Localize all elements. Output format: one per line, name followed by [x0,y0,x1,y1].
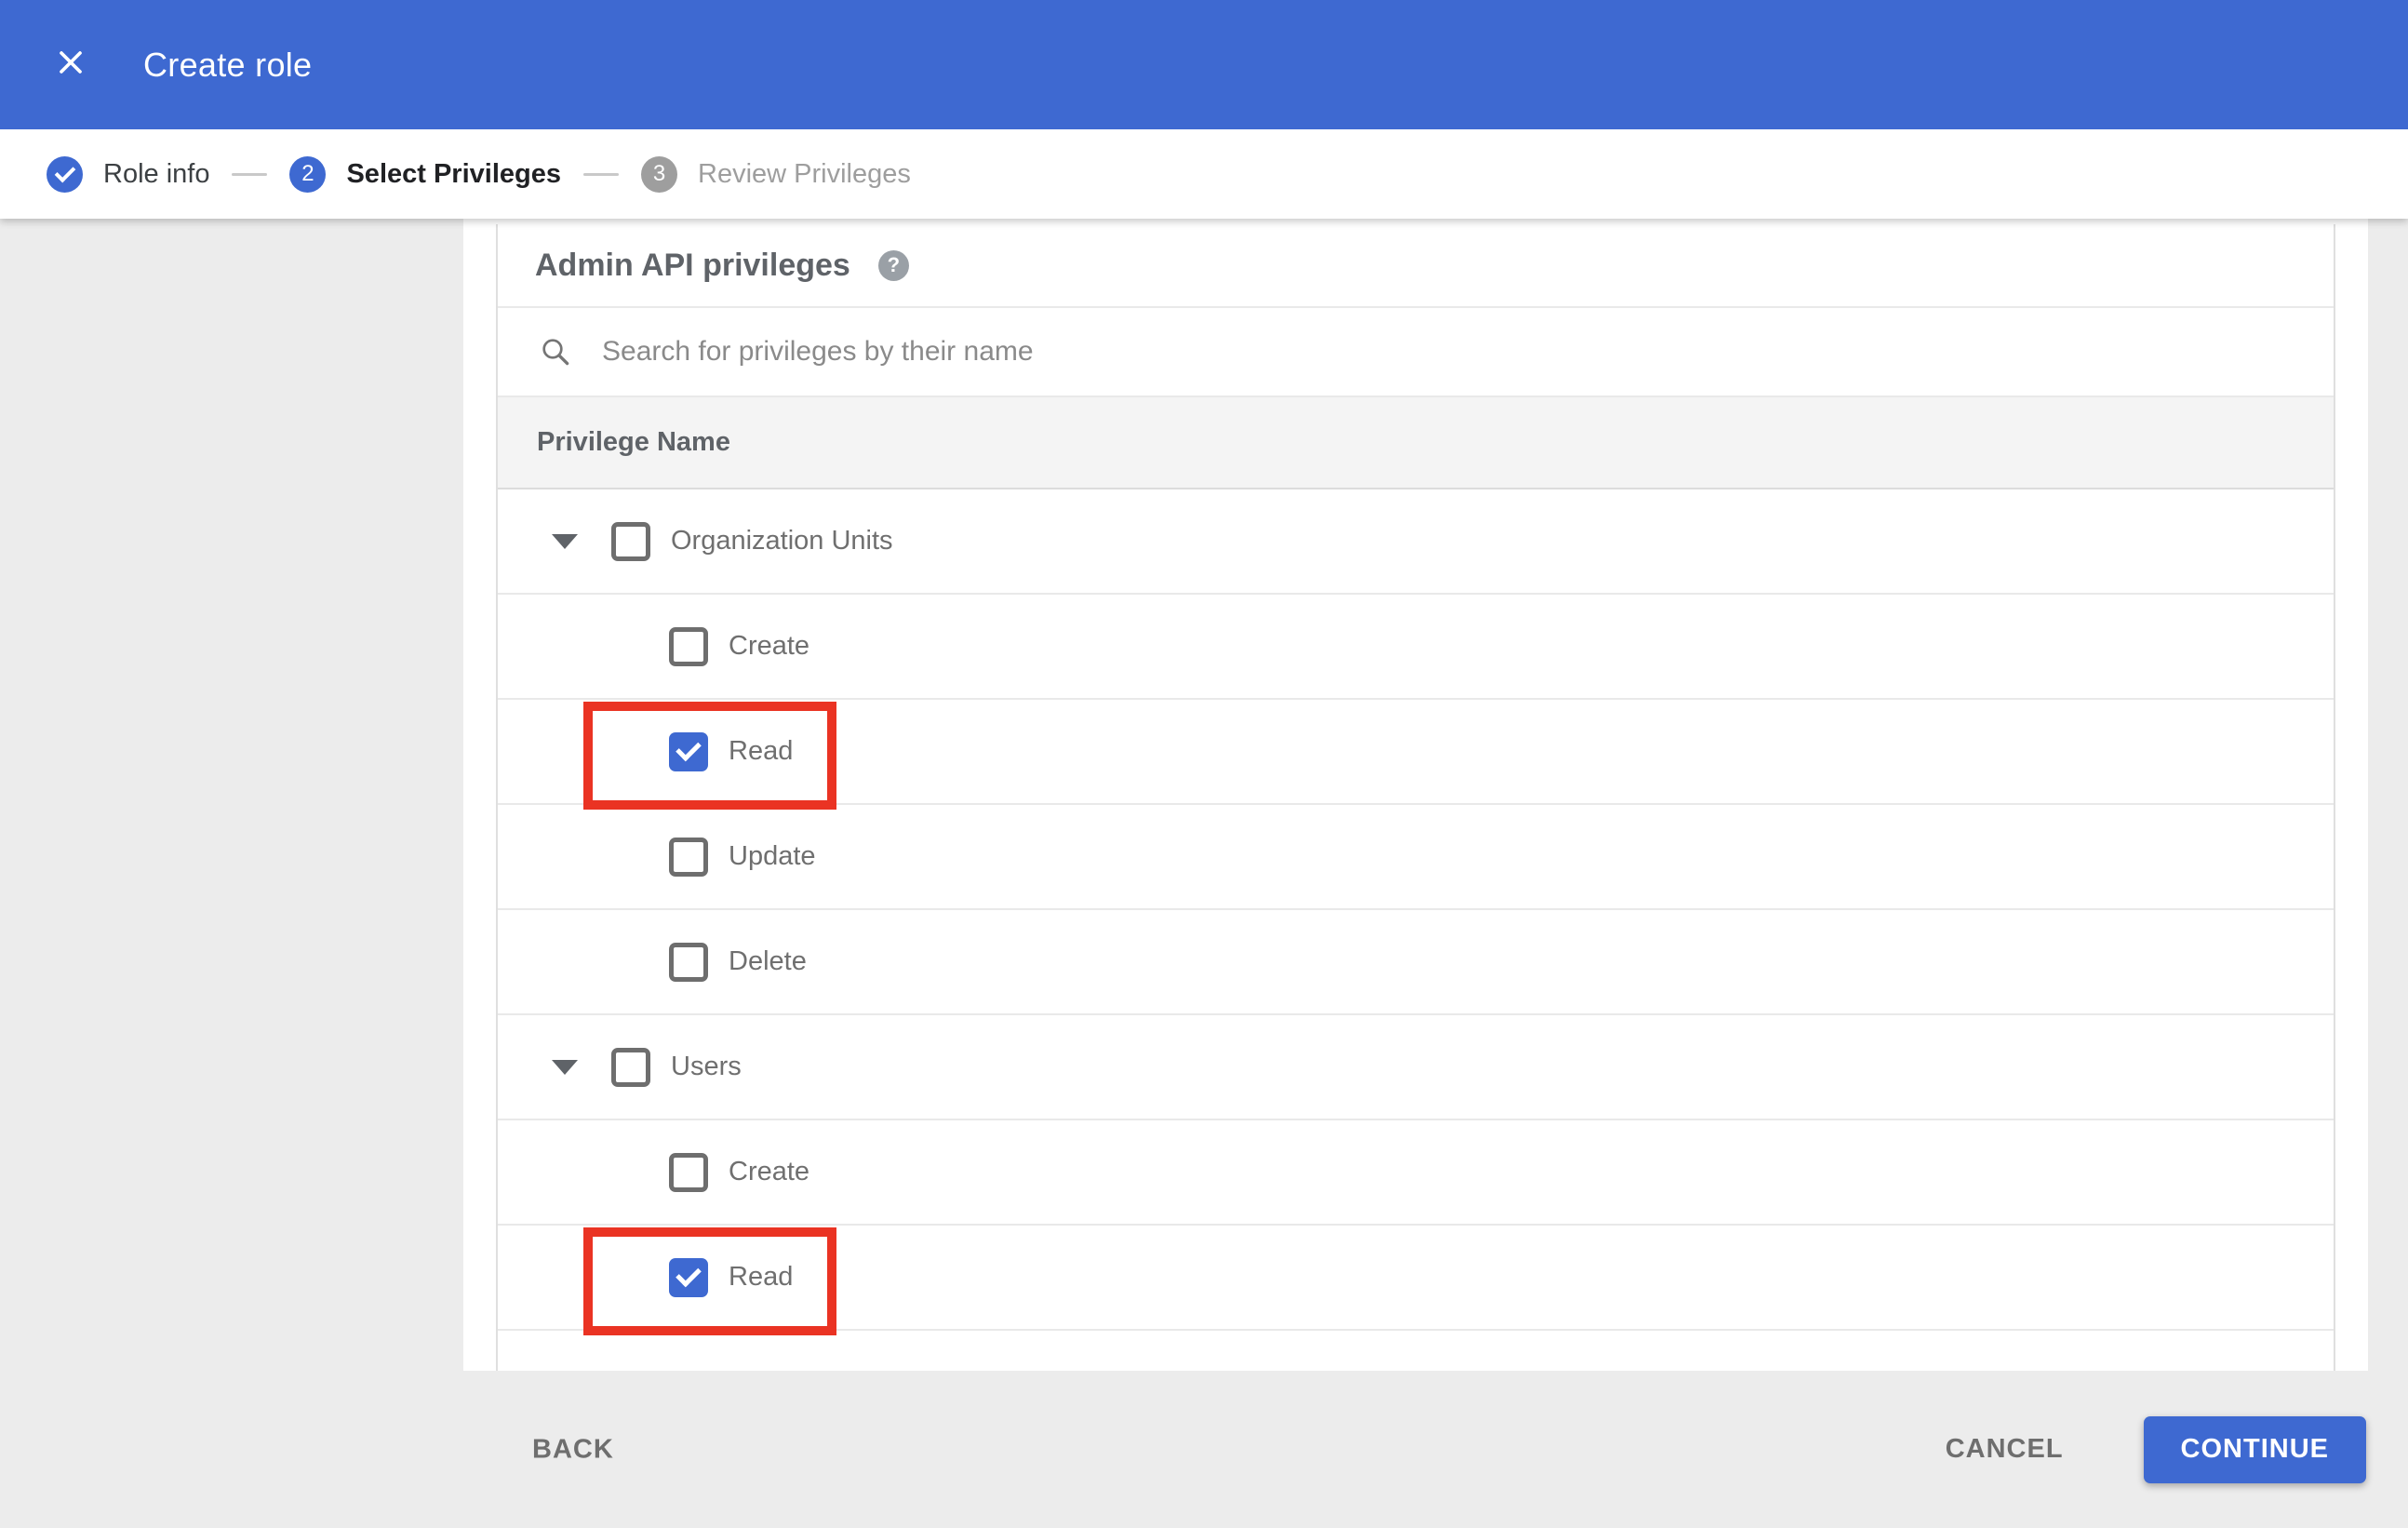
back-button[interactable]: BACK [527,1433,620,1466]
expand-arrow-icon[interactable] [552,1059,578,1075]
privilege-label: Create [729,631,810,661]
step-complete-check-icon [47,155,83,193]
privilege-search-input[interactable] [600,335,1906,369]
close-button[interactable] [50,45,91,86]
red-highlight-box [583,1227,836,1335]
checkbox-delete[interactable] [669,942,708,982]
privilege-row-create: Create [498,595,2334,700]
checkbox-organization-units[interactable] [611,521,650,561]
privilege-row-delete: Delete [498,910,2334,1015]
privilege-label: Create [729,1157,810,1186]
privilege-rows: Organization Units Create Read Update Delete… [498,489,2334,1335]
expand-arrow-icon[interactable] [552,533,578,549]
panel-title-row: Admin API privileges ? [498,224,2334,308]
privilege-row-users: Users [498,1015,2334,1120]
privilege-label: Delete [729,946,807,976]
checkbox-users[interactable] [611,1047,650,1087]
checkbox-create[interactable] [669,626,708,666]
column-header-privilege-name: Privilege Name [537,427,730,457]
privileges-table: Admin API privileges ? Privilege Name Or… [496,224,2335,1371]
checkbox-create[interactable] [669,1152,708,1192]
step-review-privileges[interactable]: 3 Review Privileges [641,155,911,193]
step-label-select-privileges: Select Privileges [346,158,561,189]
panel-title: Admin API privileges [535,247,850,283]
privilege-label: Users [671,1052,742,1081]
privilege-label: Organization Units [671,526,893,556]
privilege-row-organization-units: Organization Units [498,489,2334,595]
app-bar: Create role [0,0,2408,129]
privilege-label: Update [729,841,816,871]
step-label-review-privileges: Review Privileges [698,158,911,189]
step-number-2: 2 [289,155,327,193]
step-role-info[interactable]: Role info [47,155,210,193]
step-number-3: 3 [641,155,677,193]
privilege-row-cutoff [498,1331,2334,1371]
dialog-title: Create role [143,45,313,84]
close-icon [52,44,89,86]
step-connector [232,172,268,176]
checkbox-update[interactable] [669,837,708,877]
table-header-row: Privilege Name [498,397,2334,489]
step-connector [583,172,619,176]
step-label-role-info: Role info [103,158,210,189]
privilege-row-create: Create [498,1120,2334,1226]
content-card: Admin API privileges ? Privilege Name Or… [463,219,2368,1371]
footer-bar: BACK CANCEL CONTINUE [0,1371,2408,1528]
privilege-row-read: Read [498,700,2334,810]
privilege-row-read: Read [498,1226,2334,1335]
step-select-privileges[interactable]: 2 Select Privileges [289,155,561,193]
privilege-row-update: Update [498,805,2334,910]
footer-actions: CANCEL CONTINUE [1940,1371,2366,1528]
create-role-dialog: Create role Role info 2 Select Privilege… [0,0,2408,1528]
continue-button[interactable]: CONTINUE [2143,1415,2366,1483]
search-row [498,308,2334,397]
cancel-button[interactable]: CANCEL [1940,1433,2069,1466]
stepper: Role info 2 Select Privileges 3 Review P… [0,129,2408,219]
search-icon [539,335,572,369]
help-icon[interactable]: ? [877,249,909,281]
red-highlight-box [583,702,836,810]
